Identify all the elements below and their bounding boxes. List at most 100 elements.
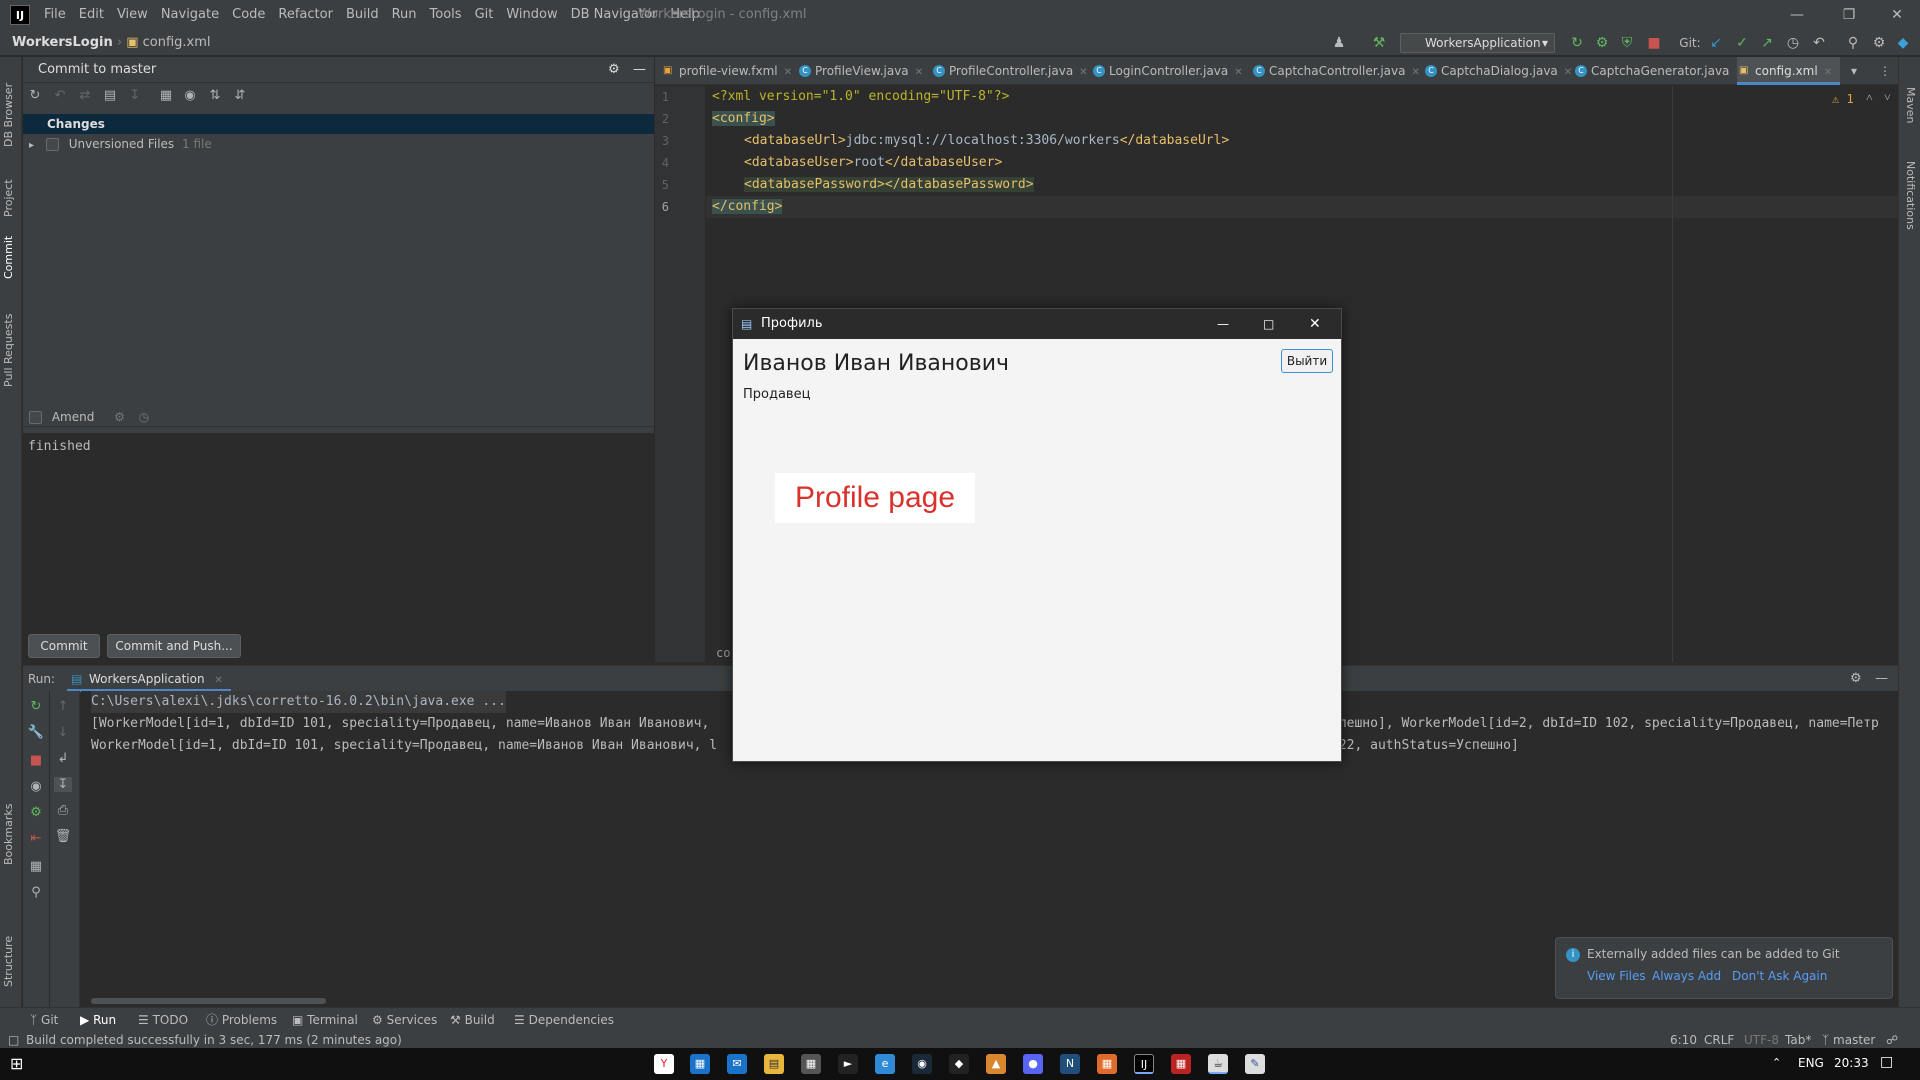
java-app-taskbar-icon[interactable]: ☕ — [1208, 1054, 1228, 1074]
git-commit-icon[interactable]: ✓ — [1733, 34, 1751, 52]
close-tab-icon[interactable]: ✕ — [1234, 67, 1242, 78]
refresh-icon[interactable]: ↻ — [26, 88, 44, 103]
steam-icon[interactable]: ◉ — [912, 1054, 932, 1074]
close-tab-icon[interactable]: ✕ — [1824, 67, 1832, 78]
close-tab-icon[interactable]: ✕ — [1412, 67, 1420, 78]
indent-setting[interactable]: Tab* — [1785, 1032, 1811, 1048]
menu-edit[interactable]: Edit — [79, 0, 104, 30]
run-tab-workers-application[interactable]: ▤ WorkersApplication ✕ — [67, 666, 231, 692]
line-separator[interactable]: CRLF — [1704, 1032, 1734, 1048]
menu-file[interactable]: File — [44, 0, 66, 30]
gear-icon[interactable]: ⚙ — [608, 57, 620, 83]
jetbrains-icon[interactable]: ◆ — [1894, 34, 1912, 52]
tab-captcha-controller-java[interactable]: C CaptchaController.java ✕ — [1251, 57, 1420, 85]
git-update-icon[interactable]: ↙ — [1707, 34, 1725, 52]
pin-icon[interactable]: ⚲ — [27, 885, 45, 900]
warning-indicator[interactable]: ⚠ 1 — [1832, 92, 1854, 106]
restore-button[interactable]: ❐ — [1826, 0, 1872, 30]
input-language[interactable]: ENG — [1798, 1056, 1824, 1070]
rollback-icon[interactable]: ↶ — [51, 88, 69, 103]
more-options-icon[interactable]: ⋮ — [1879, 57, 1891, 85]
layout-icon[interactable]: ▦ — [27, 859, 45, 874]
stop-icon[interactable]: ■ — [1645, 34, 1663, 52]
trash-icon[interactable]: 🗑 — [54, 829, 72, 844]
app-icon[interactable]: N — [1060, 1054, 1080, 1074]
bottom-tab-terminal[interactable]: ▣ Terminal — [292, 1008, 358, 1033]
rerun-icon[interactable]: ↻ — [27, 699, 45, 714]
lock-icon[interactable]: ☍ — [1886, 1032, 1898, 1048]
commit-and-push-button[interactable]: Commit and Push... — [107, 634, 241, 658]
close-tab-icon[interactable]: ✕ — [784, 67, 792, 78]
file-encoding[interactable]: UTF-8 — [1744, 1032, 1779, 1048]
bottom-tab-problems[interactable]: ⓘ Problems — [206, 1008, 277, 1033]
windows-start-icon[interactable]: ⊞ — [10, 1054, 23, 1073]
hide-run-panel-icon[interactable]: — — [1875, 666, 1888, 692]
menu-refactor[interactable]: Refactor — [278, 0, 333, 30]
action-center-icon[interactable]: □ — [1880, 1054, 1893, 1070]
tool-pull-requests[interactable]: Pull Requests — [2, 314, 15, 387]
git-branch-widget[interactable]: ᛉ master — [1822, 1032, 1875, 1048]
stop-icon[interactable]: ■ — [27, 753, 45, 768]
scroll-to-end-icon[interactable]: ↧ — [54, 777, 72, 792]
intellij-taskbar-icon[interactable]: IJ — [1134, 1054, 1154, 1074]
editor-breadcrumb[interactable]: co — [716, 646, 730, 660]
expand-all-icon[interactable]: ⇅ — [206, 88, 224, 103]
exit-icon[interactable]: ⇤ — [27, 831, 45, 846]
epic-games-icon[interactable]: ◆ — [949, 1054, 969, 1074]
git-rollback-icon[interactable]: ↶ — [1810, 34, 1828, 52]
next-highlight-icon[interactable]: ˅ — [1884, 90, 1891, 105]
hide-panel-icon[interactable]: — — [633, 57, 646, 83]
arrow-up-icon[interactable]: ↑ — [54, 699, 72, 714]
maximize-icon[interactable]: □ — [1263, 309, 1274, 339]
diff-icon[interactable]: ⇄ — [76, 88, 94, 103]
search-icon[interactable]: ⚲ — [1844, 34, 1862, 52]
menu-git[interactable]: Git — [475, 0, 494, 30]
wrench-icon[interactable]: 🔧 — [27, 725, 45, 740]
profile-window-titlebar[interactable]: ▤ Профиль — □ ✕ — [733, 309, 1341, 339]
shelve-icon[interactable]: ▤ — [101, 88, 119, 103]
user-icon[interactable]: ♟ — [1330, 34, 1348, 52]
git-history-icon[interactable]: ◷ — [1784, 34, 1802, 52]
debug-icon[interactable]: ⚙ — [27, 805, 45, 820]
bottom-tab-services[interactable]: ⚙ Services — [372, 1008, 437, 1033]
bottom-tab-dependencies[interactable]: ☰ Dependencies — [514, 1008, 614, 1033]
menu-tools[interactable]: Tools — [430, 0, 462, 30]
store-icon[interactable]: ▦ — [690, 1054, 710, 1074]
chevron-right-icon[interactable]: ▸ — [29, 140, 34, 151]
status-toggle-icon[interactable]: □ — [8, 1032, 19, 1048]
commit-message-input[interactable]: finished — [23, 433, 654, 668]
previous-highlight-icon[interactable]: ˄ — [1866, 90, 1873, 105]
debug-icon[interactable]: ⚙ — [1593, 34, 1611, 52]
tab-profile-view-fxml[interactable]: ▣ profile-view.fxml ✕ — [661, 57, 792, 85]
bottom-tab-todo[interactable]: ☰ TODO — [138, 1008, 188, 1033]
minimize-button[interactable]: — — [1774, 0, 1820, 30]
app-icon[interactable]: ✎ — [1245, 1054, 1265, 1074]
tool-project[interactable]: Project — [2, 179, 15, 217]
unversioned-files-row[interactable]: ▸ Unversioned Files 1 file — [23, 134, 654, 154]
dont-ask-again-link[interactable]: Don't Ask Again — [1732, 969, 1827, 983]
run-settings-gear-icon[interactable]: ⚙ — [1850, 666, 1862, 692]
menu-view[interactable]: View — [117, 0, 148, 30]
bottom-tab-git[interactable]: ᛉ Git — [30, 1008, 58, 1033]
menu-navigate[interactable]: Navigate — [161, 0, 219, 30]
close-button[interactable]: ✕ — [1874, 0, 1920, 30]
group-by-icon[interactable]: ▦ — [157, 88, 175, 103]
settings-gear-icon[interactable]: ⚙ — [1870, 34, 1888, 52]
close-tab-icon[interactable]: ✕ — [915, 67, 923, 78]
close-tab-icon[interactable]: ✕ — [1564, 67, 1572, 78]
breadcrumb-project[interactable]: WorkersLogin — [12, 35, 113, 50]
menu-run[interactable]: Run — [392, 0, 417, 30]
camera-icon[interactable]: ◉ — [27, 779, 45, 794]
calculator-icon[interactable]: ▦ — [801, 1054, 821, 1074]
arrow-down-icon[interactable]: ↓ — [54, 725, 72, 740]
close-tab-icon[interactable]: ✕ — [214, 675, 222, 686]
rerun-icon[interactable]: ↻ — [1568, 34, 1586, 52]
run-configuration-select[interactable]: WorkersApplication ▾ — [1400, 33, 1555, 53]
file-explorer-icon[interactable]: ▤ — [764, 1054, 784, 1074]
download-icon[interactable]: ↧ — [126, 88, 144, 103]
tray-chevron-icon[interactable]: ⌃ — [1772, 1056, 1781, 1069]
tool-db-browser[interactable]: DB Browser — [2, 83, 15, 147]
commit-button[interactable]: Commit — [28, 634, 100, 658]
edge-icon[interactable]: e — [875, 1054, 895, 1074]
tool-notifications[interactable]: Notifications — [1904, 161, 1917, 230]
